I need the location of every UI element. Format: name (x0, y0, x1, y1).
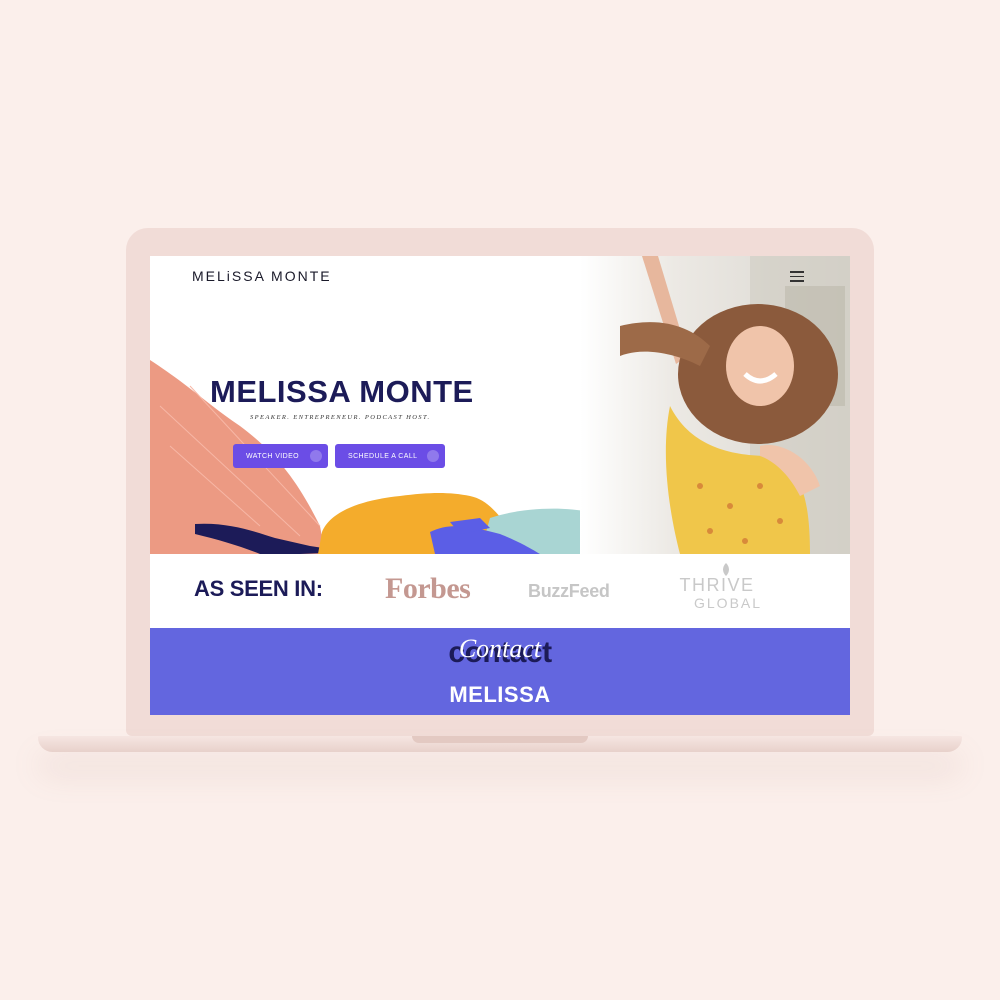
site-logo[interactable]: MELiSSA MONTE (192, 268, 332, 284)
contact-section: contact Contact MELISSA (150, 628, 850, 715)
thrive-text: THRIVE (679, 575, 755, 595)
hero-photo (580, 256, 850, 554)
calendar-icon (427, 450, 439, 462)
contact-script-heading: Contact (458, 634, 542, 663)
hero-section: MELiSSA MONTE MELISSA MONTE SPEAKER. ENT… (150, 256, 850, 554)
as-seen-in-section: AS SEEN IN: Forbes BuzzFeed THRIVE GLOBA… (150, 554, 850, 628)
forbes-logo: Forbes (385, 572, 471, 605)
thrive-global-logo: THRIVE GLOBAL (672, 576, 762, 612)
as-seen-in-label: AS SEEN IN: (194, 576, 323, 601)
laptop-notch (412, 736, 588, 743)
website-screen: MELiSSA MONTE MELISSA MONTE SPEAKER. ENT… (150, 256, 850, 715)
hero-title: MELISSA MONTE (210, 374, 474, 409)
hamburger-menu-icon[interactable] (790, 271, 804, 282)
watch-video-label: WATCH VIDEO (246, 452, 300, 460)
global-text: GLOBAL (694, 595, 763, 611)
buzzfeed-logo: BuzzFeed (528, 581, 610, 601)
schedule-call-button[interactable]: SCHEDULE A CALL (335, 444, 445, 468)
watch-video-button[interactable]: WATCH VIDEO (233, 444, 328, 468)
play-icon (310, 450, 322, 462)
hero-subtitle: SPEAKER. ENTREPRENEUR. PODCAST HOST. (250, 414, 431, 421)
schedule-call-label: SCHEDULE A CALL (348, 452, 418, 460)
contact-name[interactable]: MELISSA (150, 682, 850, 708)
